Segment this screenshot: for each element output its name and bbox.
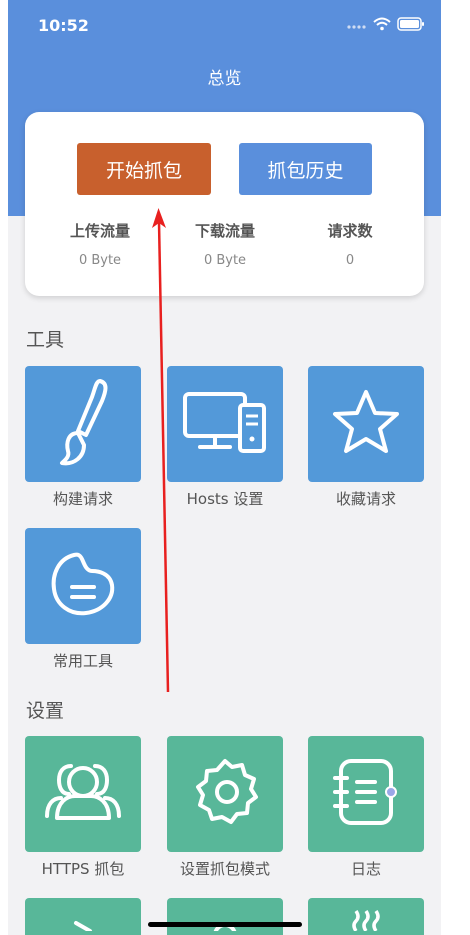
log-tile[interactable] bbox=[308, 736, 424, 852]
upload-traffic-label: 上传流量 bbox=[69, 222, 130, 240]
hosts-settings-label: Hosts 设置 bbox=[186, 490, 264, 508]
request-count-label: 请求数 bbox=[327, 222, 373, 240]
capture-summary-card: 开始抓包 抓包历史 上传流量 0 Byte 下载流量 0 Byte 请求数 0 bbox=[25, 112, 424, 296]
log-label: 日志 bbox=[350, 860, 381, 878]
settings-section-title: 设置 bbox=[26, 700, 65, 722]
page-title: 总览 bbox=[207, 69, 242, 89]
paintbrush-icon bbox=[48, 377, 118, 471]
gear-icon bbox=[190, 757, 260, 831]
partial-icon bbox=[210, 901, 240, 935]
users-icon bbox=[41, 760, 125, 828]
setting-tile-partial-2[interactable] bbox=[167, 898, 283, 935]
saved-requests-tile[interactable] bbox=[308, 366, 424, 482]
saved-requests-label: 收藏请求 bbox=[335, 490, 396, 508]
partial-icon bbox=[68, 901, 98, 935]
download-traffic-value: 0 Byte bbox=[203, 253, 247, 268]
setting-tile-partial-1[interactable] bbox=[25, 898, 141, 935]
https-capture-tile[interactable] bbox=[25, 736, 141, 852]
build-request-label: 构建请求 bbox=[52, 490, 113, 508]
desktop-computer-icon bbox=[182, 389, 268, 459]
steam-icon bbox=[346, 901, 386, 935]
common-tools-label: 常用工具 bbox=[52, 652, 113, 670]
download-traffic-stat: 下载流量 0 Byte bbox=[170, 220, 280, 268]
start-capture-button[interactable]: 开始抓包 bbox=[77, 143, 211, 195]
battery-icon bbox=[397, 16, 425, 35]
build-request-tile[interactable] bbox=[25, 366, 141, 482]
request-count-stat: 请求数 0 bbox=[295, 220, 405, 268]
request-count-value: 0 bbox=[345, 253, 355, 268]
hosts-settings-tile[interactable] bbox=[167, 366, 283, 482]
tools-blob-icon bbox=[48, 549, 118, 623]
upload-traffic-stat: 上传流量 0 Byte bbox=[45, 220, 155, 268]
tools-section-title: 工具 bbox=[26, 329, 65, 351]
common-tools-tile[interactable] bbox=[25, 528, 141, 644]
wifi-icon bbox=[373, 16, 391, 35]
home-indicator[interactable] bbox=[148, 922, 302, 927]
download-traffic-label: 下载流量 bbox=[194, 222, 255, 240]
capture-mode-tile[interactable] bbox=[167, 736, 283, 852]
setting-tile-partial-3[interactable] bbox=[308, 898, 424, 935]
notebook-icon bbox=[331, 756, 401, 832]
status-indicators bbox=[347, 16, 425, 34]
app-screen: 10:52 总览 开始抓包 抓包历史 上传流量 0 Byte 下载流量 0 By… bbox=[8, 0, 441, 935]
star-icon bbox=[331, 388, 401, 460]
upload-traffic-value: 0 Byte bbox=[78, 253, 122, 268]
signal-icon bbox=[347, 16, 367, 35]
capture-mode-label: 设置抓包模式 bbox=[179, 860, 270, 878]
https-capture-label: HTTPS 抓包 bbox=[41, 860, 125, 878]
status-time: 10:52 bbox=[38, 16, 89, 35]
capture-history-button[interactable]: 抓包历史 bbox=[239, 143, 372, 195]
